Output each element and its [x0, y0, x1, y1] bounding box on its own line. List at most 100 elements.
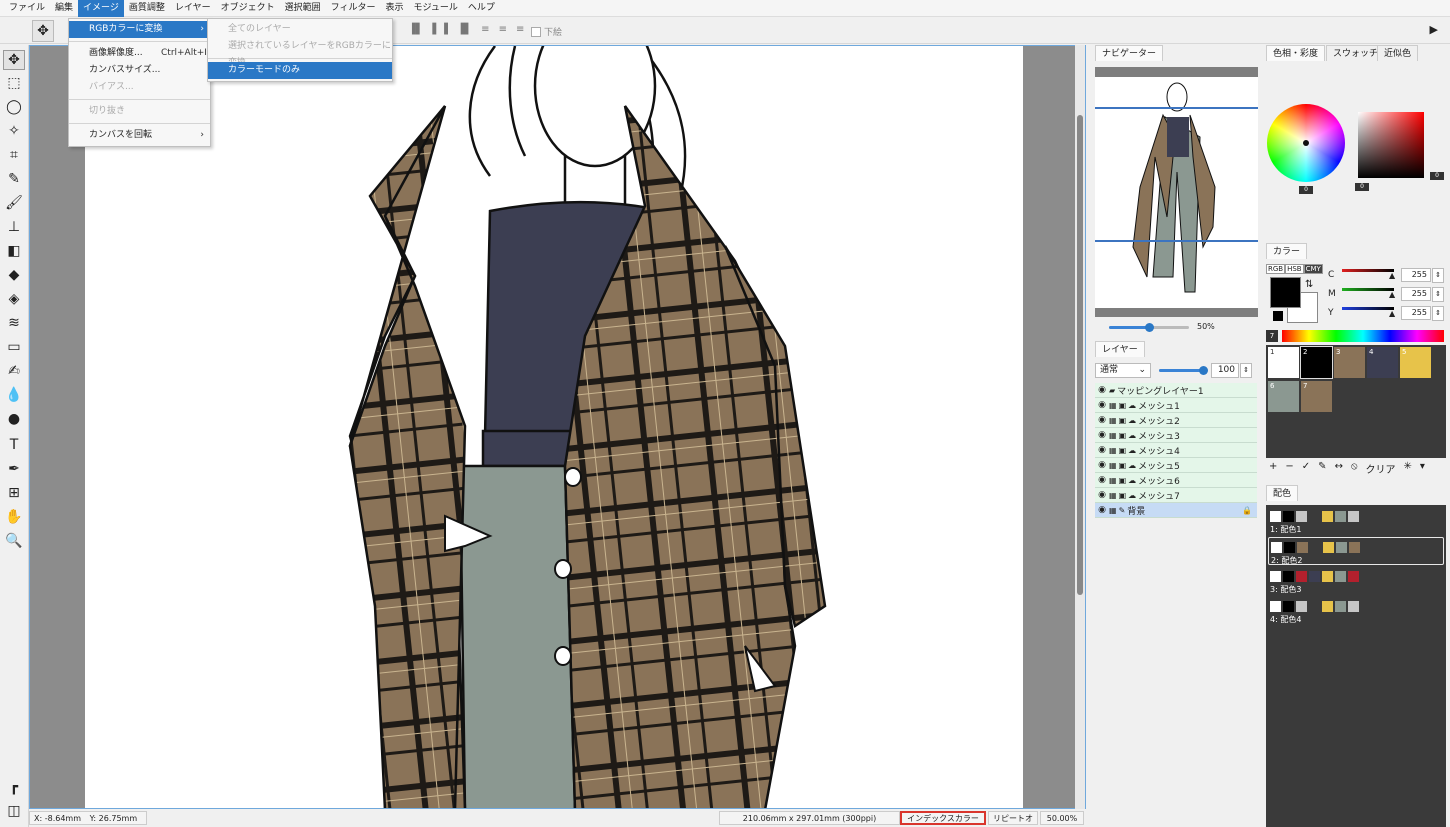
palette-tool-0[interactable]: +: [1269, 461, 1277, 476]
palette-swatch[interactable]: 3: [1334, 347, 1365, 378]
menu-item-8[interactable]: 表示: [380, 0, 408, 17]
menu-item-7[interactable]: フィルター: [326, 0, 381, 17]
layer-row[interactable]: ◉ ▦ ▣ ☁ メッシュ7: [1095, 488, 1257, 503]
align-right-icon[interactable]: ▐▌: [457, 24, 472, 35]
lasso-icon[interactable]: ◯: [3, 97, 25, 117]
layer-row[interactable]: ◉ ▦ ▣ ☁ メッシュ2: [1095, 413, 1257, 428]
channel-value-input[interactable]: 255: [1401, 287, 1431, 301]
align-hcenter-icon[interactable]: ▌▐: [432, 24, 447, 35]
checkbox-box[interactable]: [531, 26, 541, 37]
channel-slider-track[interactable]: [1342, 307, 1394, 310]
scrollbar-thumb[interactable]: [1077, 115, 1083, 595]
document-page[interactable]: [85, 46, 1023, 808]
color-scheme-item[interactable]: 1: 配色1: [1268, 507, 1444, 535]
fill-icon[interactable]: ◆: [3, 265, 25, 285]
layer-row[interactable]: ◉ ▦ ▣ ☁ メッシュ3: [1095, 428, 1257, 443]
color-mode-2[interactable]: CMY: [1303, 264, 1323, 274]
pen-tool-icon[interactable]: ✍: [3, 361, 25, 381]
tab-color-0[interactable]: 色相・彩度: [1266, 45, 1326, 61]
zoom-icon[interactable]: 🔍: [3, 531, 25, 551]
palette-swatch[interactable]: 1: [1268, 347, 1299, 378]
brush-icon[interactable]: 🖌: [3, 193, 25, 213]
palette-tool-5[interactable]: ⦸: [1351, 461, 1358, 476]
channel-spinner-icon[interactable]: ⇕: [1432, 287, 1444, 302]
palette-swatch[interactable]: 5: [1400, 347, 1431, 378]
tab-color[interactable]: カラー: [1266, 243, 1308, 259]
palette-swatch[interactable]: 4: [1367, 347, 1398, 378]
foreground-color-swatch[interactable]: [1270, 277, 1301, 308]
tab-navigator[interactable]: ナビゲーター: [1095, 45, 1164, 61]
channel-spinner-icon[interactable]: ⇕: [1432, 306, 1444, 321]
palette-tool-3[interactable]: ✎: [1318, 461, 1326, 476]
dodge-icon[interactable]: ●: [3, 409, 25, 429]
align-bottom-icon[interactable]: ≡: [516, 24, 524, 35]
menu-item-3[interactable]: 画質調整: [124, 0, 170, 17]
snap-icon[interactable]: ◫: [3, 801, 25, 821]
pattern-icon[interactable]: ≋: [3, 313, 25, 333]
channel-slider-track[interactable]: [1342, 269, 1394, 272]
palette-tool-2[interactable]: ✓: [1302, 461, 1310, 476]
tab-color-2[interactable]: 近似色: [1377, 45, 1419, 61]
menu-item-2[interactable]: イメージ: [78, 0, 124, 17]
magic-wand-icon[interactable]: ✧: [3, 121, 25, 141]
image-menu-item-1[interactable]: 画像解像度... Ctrl+Alt+I: [69, 45, 210, 62]
move-tool-option-icon[interactable]: ✥: [32, 20, 54, 42]
canvas-area[interactable]: [29, 45, 1086, 809]
rgb-submenu-item-2[interactable]: カラーモードのみ: [208, 62, 392, 79]
channel-slider-knob[interactable]: ▲: [1389, 290, 1395, 299]
menu-item-1[interactable]: 編集: [50, 0, 78, 17]
reset-colors-icon[interactable]: [1273, 311, 1283, 321]
repeat-toggle[interactable]: リピートオフ: [988, 811, 1038, 825]
tab-color-schemes[interactable]: 配色: [1266, 485, 1299, 501]
crop-icon[interactable]: ⌗: [3, 145, 25, 165]
eye-icon[interactable]: ◉: [1095, 385, 1109, 395]
channel-slider-knob[interactable]: ▲: [1389, 309, 1395, 318]
eye-icon[interactable]: ◉: [1095, 445, 1109, 455]
menu-item-10[interactable]: ヘルプ: [463, 0, 500, 17]
eye-icon[interactable]: ◉: [1095, 400, 1109, 410]
underlay-checkbox[interactable]: 下絵: [531, 25, 562, 38]
rectangle-icon[interactable]: ▭: [3, 337, 25, 357]
opacity-slider-knob[interactable]: [1199, 366, 1208, 375]
tab-layers[interactable]: レイヤー: [1095, 341, 1145, 357]
palette-tool-6[interactable]: クリア: [1365, 461, 1395, 476]
blur-icon[interactable]: 💧: [3, 385, 25, 405]
color-scheme-item[interactable]: 2: 配色2: [1268, 537, 1444, 565]
layer-row[interactable]: ◉ ▦ ▣ ☁ メッシュ5: [1095, 458, 1257, 473]
palette-swatch[interactable]: 6: [1268, 381, 1299, 412]
blend-mode-select[interactable]: 通常 ⌄: [1095, 363, 1151, 378]
color-mode-1[interactable]: HSB: [1285, 264, 1304, 274]
move-icon[interactable]: ✥: [3, 50, 25, 70]
layer-row[interactable]: ◉ ▰ マッピングレイヤー1: [1095, 383, 1257, 398]
color-spectrum-bar[interactable]: [1282, 330, 1444, 342]
channel-slider-knob[interactable]: ▲: [1389, 271, 1395, 280]
menu-item-4[interactable]: レイヤー: [170, 0, 216, 17]
channel-slider-track[interactable]: [1342, 288, 1394, 291]
eraser-icon[interactable]: ◧: [3, 241, 25, 261]
color-scheme-item[interactable]: 4: 配色4: [1268, 597, 1444, 625]
align-top-icon[interactable]: ≡: [481, 24, 489, 35]
eye-icon[interactable]: ◉: [1095, 460, 1109, 470]
navigator-preview[interactable]: [1095, 67, 1258, 317]
color-scheme-item[interactable]: 3: 配色3: [1268, 567, 1444, 595]
panel-toggle-arrow-icon[interactable]: ▶: [1430, 23, 1438, 36]
eye-icon[interactable]: ◉: [1095, 430, 1109, 440]
align-left-icon[interactable]: ▐▌: [408, 24, 423, 35]
palette-tool-8[interactable]: ▾: [1420, 461, 1425, 476]
vector-pen-icon[interactable]: ✒: [3, 459, 25, 479]
saturation-brightness-square[interactable]: [1358, 112, 1424, 178]
swap-colors-icon[interactable]: ⇅: [1305, 279, 1313, 290]
ruler-icon[interactable]: ┏: [3, 777, 25, 797]
align-vcenter-icon[interactable]: ≡: [499, 24, 507, 35]
mesh-icon[interactable]: ⊞: [3, 483, 25, 503]
eyedropper-icon[interactable]: ✎: [3, 169, 25, 189]
palette-swatch[interactable]: 7: [1301, 381, 1332, 412]
layer-row[interactable]: ◉ ▦ ▣ ☁ メッシュ6: [1095, 473, 1257, 488]
layer-row[interactable]: ◉ ▦ ▣ ☁ メッシュ1: [1095, 398, 1257, 413]
color-mode-indicator[interactable]: インデックスカラー: [900, 811, 986, 825]
eye-icon[interactable]: ◉: [1095, 415, 1109, 425]
color-mode-switch[interactable]: RGB HSB CMY: [1266, 264, 1323, 274]
text-icon[interactable]: T: [3, 435, 25, 455]
palette-tool-4[interactable]: ↔: [1335, 461, 1343, 476]
channel-value-input[interactable]: 255: [1401, 268, 1431, 282]
